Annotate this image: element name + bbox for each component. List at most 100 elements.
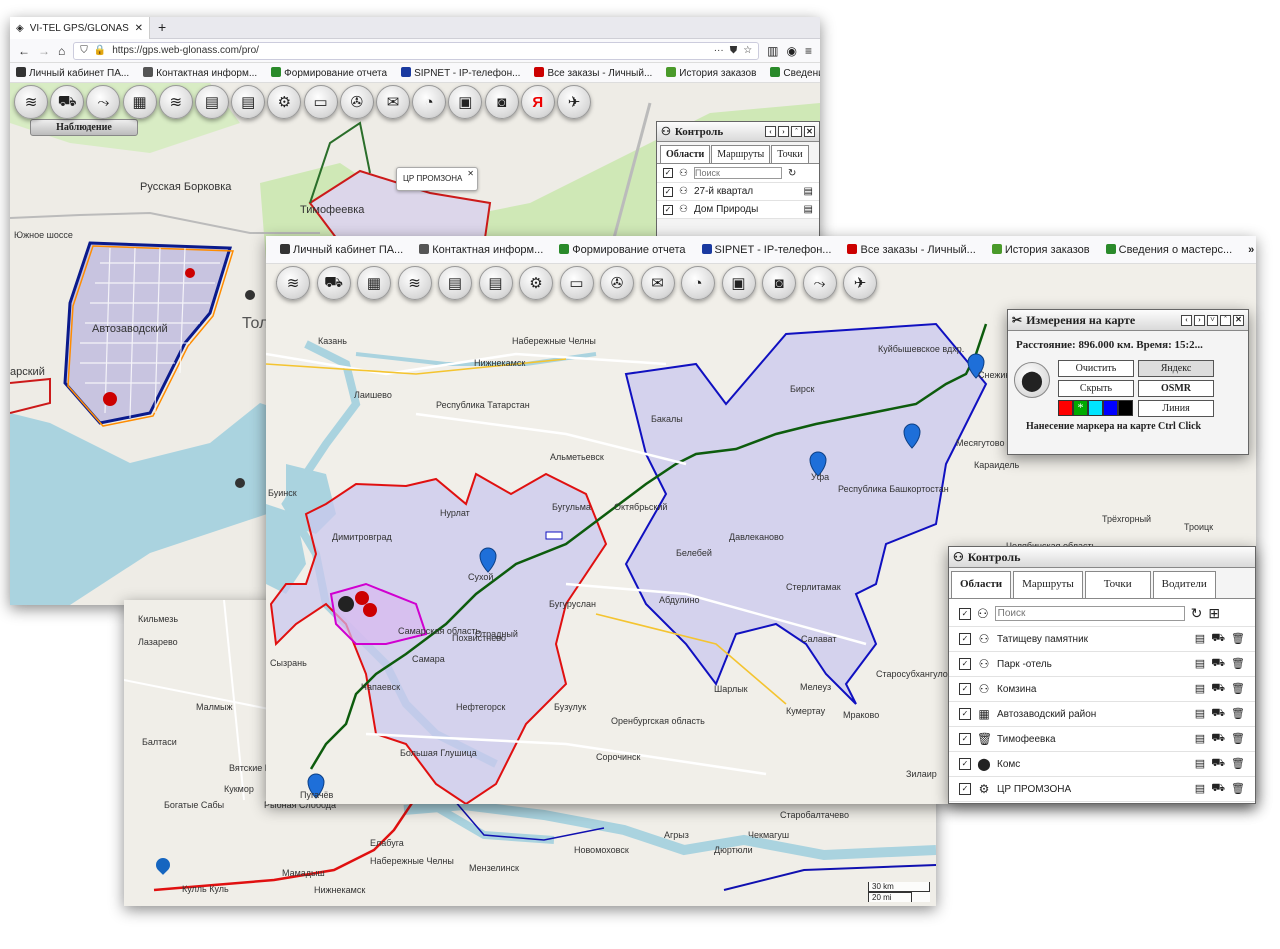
vehicles-icon[interactable]: ⛟ <box>1211 682 1225 696</box>
checkbox[interactable]: ✓ <box>959 783 971 795</box>
refresh-icon[interactable]: ↻ <box>788 168 796 179</box>
vehicles-icon[interactable]: ⛟ <box>1211 732 1225 746</box>
bookmark-item[interactable]: Личный кабинет ПА... <box>280 243 403 256</box>
message-button[interactable]: ✉ <box>640 266 675 300</box>
line-button[interactable]: Линия <box>1138 400 1214 417</box>
checkbox[interactable]: ✓ <box>663 168 673 178</box>
tab-areas[interactable]: Области <box>951 571 1012 598</box>
report-icon[interactable]: ▤ <box>1195 782 1205 796</box>
report-icon[interactable]: ▤ <box>1195 632 1205 646</box>
route-button[interactable]: ⤳ <box>802 266 837 300</box>
more-bookmarks-icon[interactable]: » <box>1248 244 1254 256</box>
next-icon[interactable]: › <box>778 126 789 137</box>
delete-icon[interactable]: 🗑 <box>1231 782 1245 796</box>
delete-icon[interactable]: 🗑 <box>1231 657 1245 671</box>
report-icon[interactable]: ▤ <box>804 186 813 197</box>
refresh-icon[interactable]: ↻ <box>1191 605 1203 622</box>
list-item[interactable]: ✓ ⬤ Комс ▤ ⛟ 🗑 <box>949 752 1255 777</box>
list-item[interactable]: ✓ 🗑 Тимофеевка ▤ ⛟ 🗑 <box>949 727 1255 752</box>
osmr-button[interactable]: OSMR <box>1138 380 1214 397</box>
report-button[interactable]: ▤ <box>478 266 513 300</box>
checkbox[interactable]: ✓ <box>663 186 673 197</box>
report-icon[interactable]: ▤ <box>1195 757 1205 771</box>
tab-routes[interactable]: Маршруты <box>1013 571 1083 598</box>
back-icon[interactable]: ← <box>18 44 30 58</box>
tab-points[interactable]: Точки <box>1084 571 1151 598</box>
delete-icon[interactable]: 🗑 <box>1231 757 1245 771</box>
gauge-button[interactable]: ◔ <box>412 85 447 119</box>
satellite-button[interactable]: ✈ <box>843 266 877 300</box>
tab-routes[interactable]: Маршруты <box>711 145 771 163</box>
list-item[interactable]: ✓ ⚙ ЦР ПРОМЗОНА ▤ ⛟ 🗑 <box>949 777 1255 802</box>
list-item[interactable]: ✓ ⚇ Дом Природы ▤ <box>657 201 819 219</box>
vehicles-icon[interactable]: ⛟ <box>1211 707 1225 721</box>
satellite-button[interactable]: ✈ <box>557 85 591 119</box>
sidebar-icon[interactable]: ▥ <box>767 44 778 58</box>
checkbox[interactable]: ✓ <box>959 633 971 645</box>
delete-icon[interactable]: 🗑 <box>1231 682 1245 696</box>
list-item[interactable]: ✓ ▦ Автозаводский район ▤ ⛟ 🗑 <box>949 702 1255 727</box>
delete-icon[interactable]: 🗑 <box>1231 707 1245 721</box>
close-icon[interactable]: ✕ <box>1233 314 1244 326</box>
report-icon[interactable]: ▤ <box>804 204 813 215</box>
terminal-button[interactable]: ▣ <box>721 266 756 300</box>
clear-button[interactable]: Очистить <box>1058 360 1134 377</box>
report-icon[interactable]: ▤ <box>1195 707 1205 721</box>
forward-icon[interactable]: → <box>38 44 50 58</box>
window-button[interactable]: ▭ <box>303 85 338 119</box>
bookmark-item[interactable]: SIPNET - IP-телефон... <box>401 66 520 79</box>
tab-points[interactable]: Точки <box>771 145 809 163</box>
bookmark-item[interactable]: Сведения о мастерс... <box>1105 243 1232 256</box>
search-input[interactable] <box>693 167 782 179</box>
collapse-icon[interactable]: ˆ <box>1220 314 1231 326</box>
new-tab-button[interactable]: + <box>150 17 174 38</box>
add-icon[interactable]: ⊞ <box>1208 605 1220 622</box>
settings-button[interactable]: ✇ <box>600 266 634 300</box>
star-icon[interactable]: ☆ <box>743 45 752 56</box>
camera-button[interactable]: ◙ <box>484 85 519 119</box>
account-icon[interactable]: ◉ <box>787 44 797 58</box>
close-icon[interactable]: ✕ <box>135 23 143 34</box>
prev-icon[interactable]: ‹ <box>765 126 776 137</box>
layers-button[interactable]: ≋ <box>397 266 432 300</box>
gauge-button[interactable]: ◔ <box>681 266 715 300</box>
vehicles-icon[interactable]: ⛟ <box>1211 632 1225 646</box>
message-button[interactable]: ✉ <box>376 85 410 119</box>
bookmark-item[interactable]: Все заказы - Личный... <box>847 243 976 256</box>
color-swatch-blue[interactable] <box>1103 400 1118 416</box>
list-item[interactable]: ✓ ⚇ Комзина ▤ ⛟ 🗑 <box>949 677 1255 702</box>
checkbox[interactable]: ✓ <box>663 204 673 215</box>
car-button[interactable]: ⛟ <box>316 266 351 300</box>
next-icon[interactable]: › <box>1194 314 1205 326</box>
vehicles-icon[interactable]: ⛟ <box>1211 657 1225 671</box>
expand-icon[interactable]: ˅ <box>1207 314 1218 326</box>
tab-drivers[interactable]: Водители <box>1152 571 1216 598</box>
prev-icon[interactable]: ‹ <box>1181 314 1192 326</box>
bookmark-item[interactable]: Формирование отчета <box>271 66 387 79</box>
car-button[interactable]: ⛟ <box>50 85 85 119</box>
camera-button[interactable]: ◙ <box>762 266 796 300</box>
map-button[interactable]: ▦ <box>122 85 157 119</box>
bookmark-item[interactable]: История заказов <box>666 66 756 79</box>
settings-button[interactable]: ✇ <box>339 85 374 119</box>
list-item[interactable]: ✓ ⚇ Парк -отель ▤ ⛟ 🗑 <box>949 652 1255 677</box>
color-swatch-black[interactable] <box>1118 400 1133 416</box>
home-icon[interactable]: ⌂ <box>58 44 65 58</box>
bookmark-item[interactable]: Личный кабинет ПА... <box>16 66 129 79</box>
url-field[interactable]: ⛉ 🔒 https://gps.web-glonass.com/pro/ ···… <box>73 41 760 60</box>
layers-button[interactable]: ≋ <box>276 266 310 300</box>
bookmark-item[interactable]: Все заказы - Личный... <box>534 66 652 79</box>
report-icon[interactable]: ▤ <box>1195 657 1205 671</box>
more-icon[interactable]: ··· <box>714 45 724 56</box>
delete-icon[interactable]: 🗑 <box>1231 732 1245 746</box>
color-swatch-green[interactable]: * <box>1073 400 1088 416</box>
checkbox[interactable]: ✓ <box>959 683 971 695</box>
hide-button[interactable]: Скрыть <box>1058 380 1134 397</box>
map-button[interactable]: ▦ <box>357 266 391 300</box>
close-icon[interactable]: ✕ <box>804 126 815 137</box>
report-button[interactable]: ▤ <box>231 85 266 119</box>
layers-button[interactable]: ≋ <box>158 85 193 119</box>
gear-button[interactable]: ⚙ <box>519 266 553 300</box>
vehicles-icon[interactable]: ⛟ <box>1211 757 1225 771</box>
checkbox[interactable]: ✓ <box>959 607 971 620</box>
